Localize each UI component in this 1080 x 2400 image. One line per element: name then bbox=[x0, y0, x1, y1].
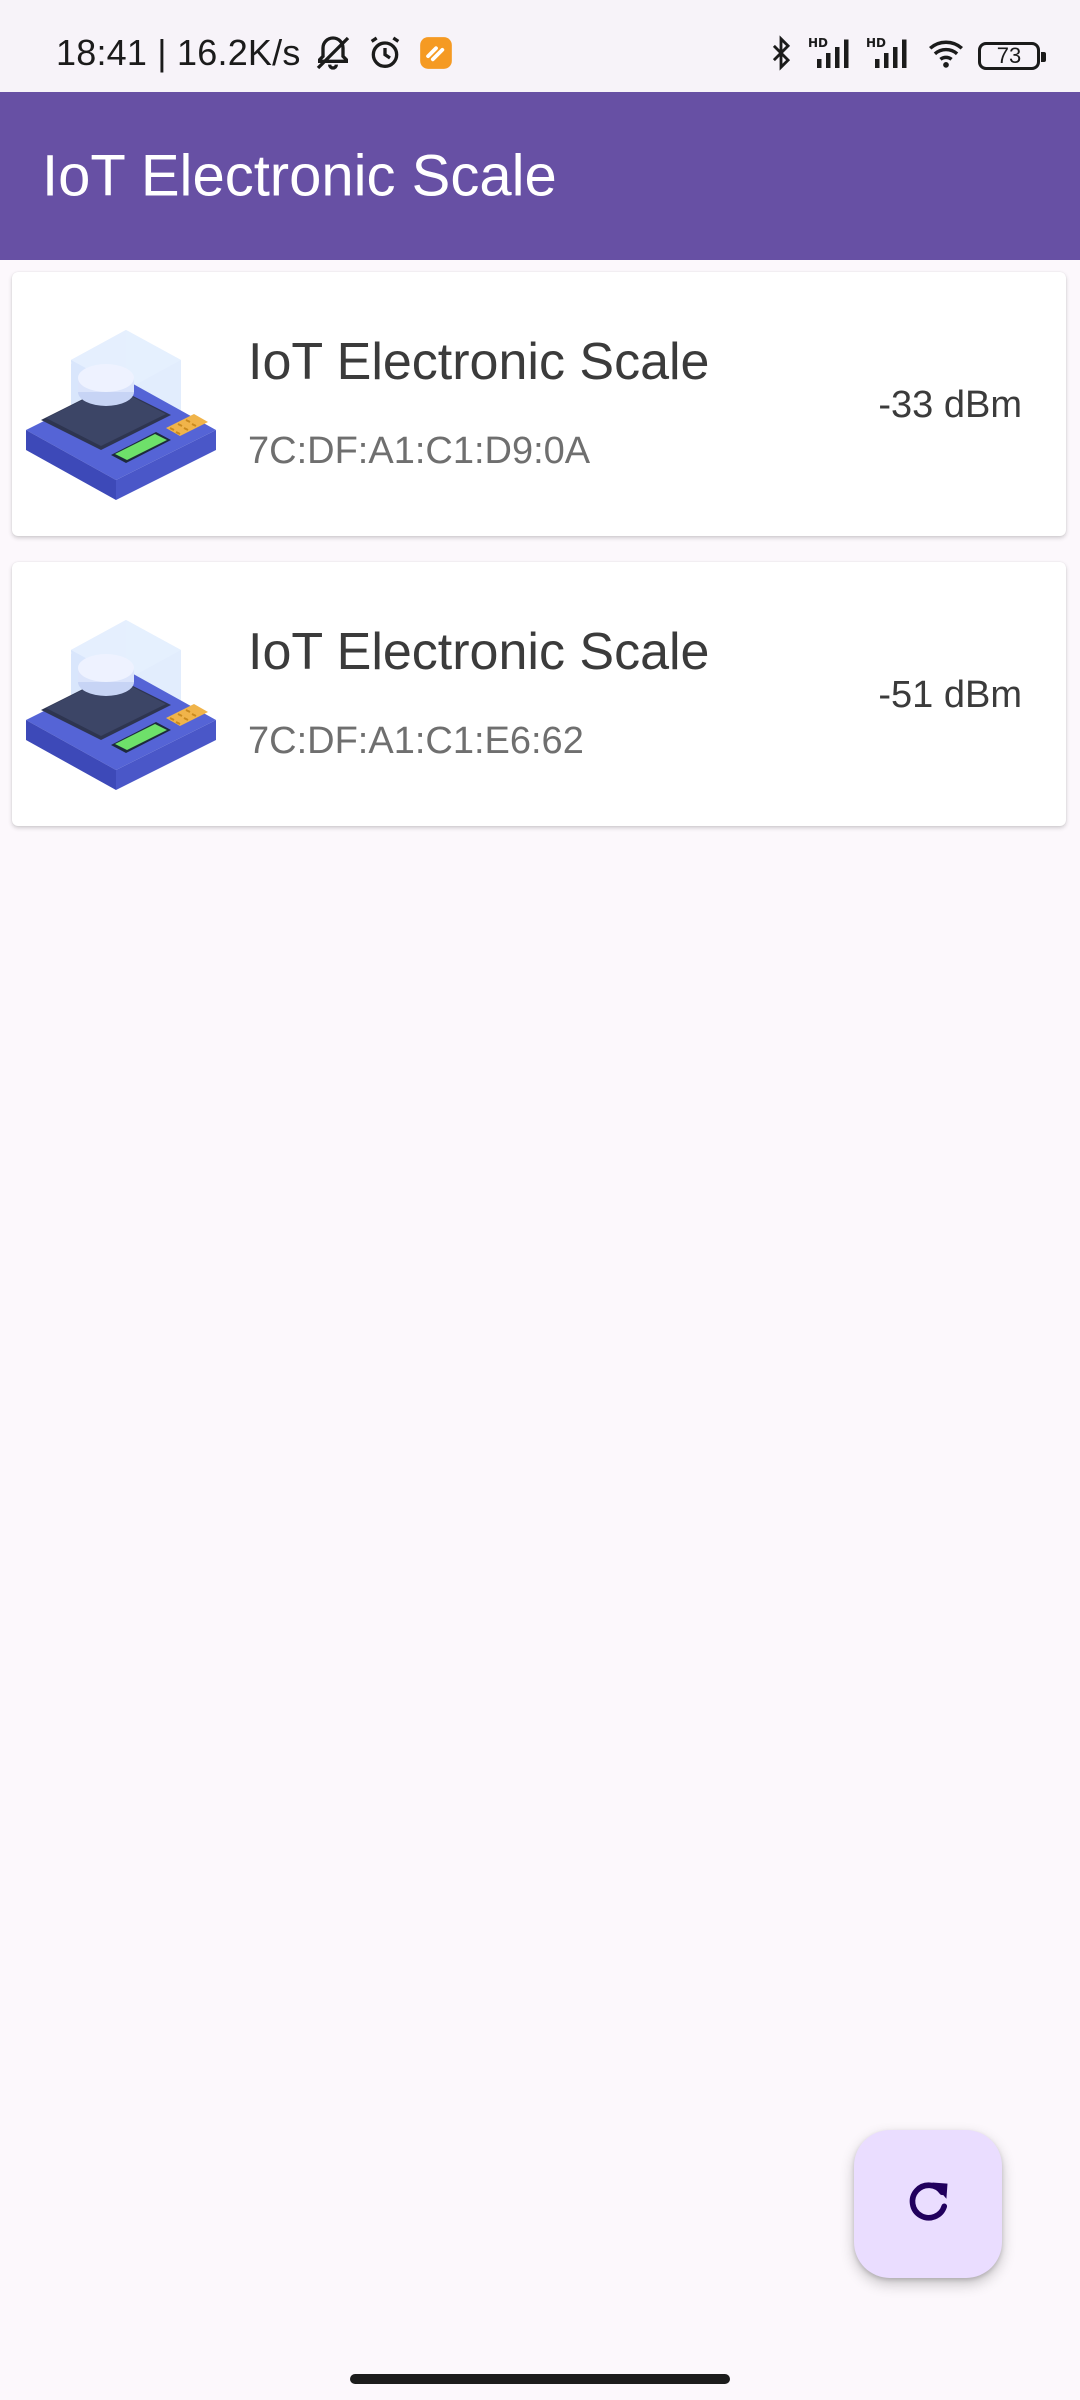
device-mac-address: 7C:DF:A1:C1:E6:62 bbox=[248, 720, 584, 762]
device-name: IoT Electronic Scale bbox=[248, 333, 710, 391]
wifi-icon bbox=[924, 34, 968, 77]
hd-signal-icon: HD bbox=[866, 34, 914, 77]
app-bar: IoT Electronic Scale bbox=[0, 92, 1080, 260]
bluetooth-icon bbox=[764, 34, 798, 77]
notifications-off-icon bbox=[313, 33, 353, 73]
device-rssi: -51 dBm bbox=[878, 674, 1022, 716]
electronic-scale-icon bbox=[16, 300, 228, 512]
status-bar: 18:41 | 16.2K/s HD HD 73 bbox=[0, 0, 1080, 92]
status-right: HD HD 73 bbox=[764, 34, 1046, 77]
refresh-icon bbox=[902, 2176, 954, 2233]
device-name: IoT Electronic Scale bbox=[248, 623, 710, 681]
status-left: 18:41 | 16.2K/s bbox=[56, 32, 455, 74]
battery-level: 73 bbox=[996, 42, 1022, 68]
battery-icon: 73 bbox=[978, 41, 1046, 70]
svg-text:HD: HD bbox=[866, 36, 886, 50]
app-title: IoT Electronic Scale bbox=[42, 143, 557, 209]
hd-signal-icon: HD bbox=[808, 34, 856, 77]
device-mac-address: 7C:DF:A1:C1:D9:0A bbox=[248, 430, 591, 472]
refresh-button[interactable] bbox=[854, 2130, 1002, 2278]
status-time-speed: 18:41 | 16.2K/s bbox=[56, 32, 301, 73]
alarm-icon bbox=[365, 33, 405, 73]
app-notification-icon bbox=[417, 34, 455, 72]
gesture-navigation-bar[interactable] bbox=[350, 2374, 730, 2384]
svg-text:HD: HD bbox=[808, 36, 828, 50]
device-list-item[interactable]: IoT Electronic Scale 7C:DF:A1:C1:E6:62 -… bbox=[12, 562, 1066, 826]
electronic-scale-icon bbox=[16, 590, 228, 802]
device-list-item[interactable]: IoT Electronic Scale 7C:DF:A1:C1:D9:0A -… bbox=[12, 272, 1066, 536]
device-rssi: -33 dBm bbox=[878, 384, 1022, 426]
